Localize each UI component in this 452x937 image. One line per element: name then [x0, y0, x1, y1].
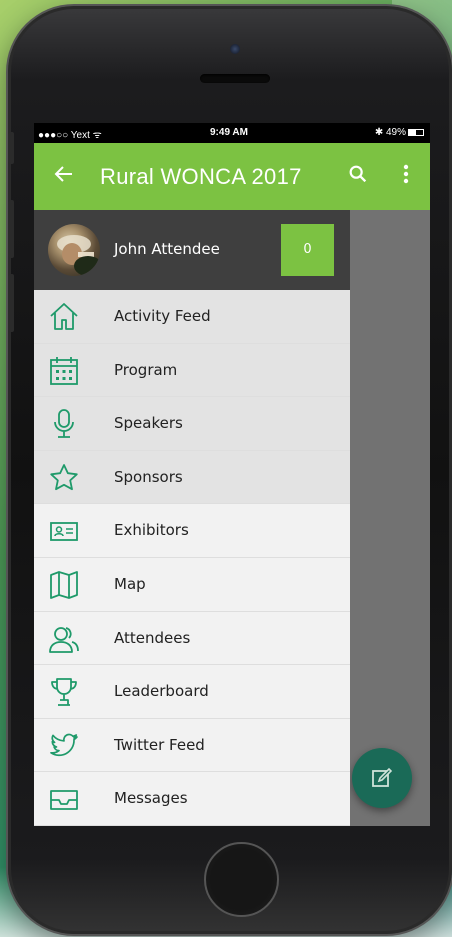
- battery-status: ✱ 49%: [375, 127, 424, 138]
- menu-item-sponsors[interactable]: Sponsors: [34, 450, 350, 505]
- edit-icon: [372, 767, 393, 787]
- app-bar: Rural WONCA 2017: [34, 143, 430, 210]
- menu-item-messages[interactable]: Messages: [34, 772, 350, 826]
- phone-screen: ●●●○○ Yext ᯤ 9:49 AM ✱ 49% Rural WONCA 2…: [34, 123, 430, 826]
- back-arrow-icon[interactable]: [52, 162, 76, 186]
- drawer-header: John Attendee 0: [34, 210, 350, 290]
- points-badge[interactable]: 0: [281, 224, 334, 276]
- id-card-icon: [50, 522, 78, 542]
- menu-item-twitter-feed[interactable]: Twitter Feed: [34, 718, 350, 773]
- search-icon[interactable]: [347, 163, 369, 185]
- menu-item-activity-feed[interactable]: Activity Feed: [34, 290, 350, 344]
- navigation-drawer: John Attendee 0 Activity Feed Program Sp…: [34, 210, 350, 826]
- menu-item-program[interactable]: Program: [34, 343, 350, 398]
- inbox-icon: [50, 790, 78, 811]
- twitter-icon: [50, 733, 78, 756]
- front-camera: [230, 44, 240, 54]
- calendar-icon: [50, 356, 78, 385]
- more-options-icon[interactable]: [396, 162, 416, 186]
- mute-switch: [8, 132, 14, 164]
- volume-down-button: [8, 274, 14, 332]
- avatar[interactable]: [48, 224, 100, 276]
- status-bar: ●●●○○ Yext ᯤ 9:49 AM ✱ 49%: [34, 123, 430, 143]
- battery-icon: [408, 128, 424, 136]
- map-icon: [50, 571, 78, 599]
- drawer-menu: Activity Feed Program Speakers Sponsors …: [34, 290, 350, 826]
- menu-item-map[interactable]: Map: [34, 557, 350, 612]
- earpiece-speaker: [200, 74, 270, 83]
- menu-item-exhibitors[interactable]: Exhibitors: [34, 504, 350, 558]
- people-icon: [49, 626, 79, 653]
- compose-fab[interactable]: [352, 748, 412, 808]
- status-time: 9:49 AM: [210, 127, 248, 138]
- menu-item-speakers[interactable]: Speakers: [34, 397, 350, 451]
- volume-up-button: [8, 200, 14, 258]
- home-icon: [50, 303, 78, 330]
- star-icon: [50, 463, 78, 490]
- menu-item-attendees[interactable]: Attendees: [34, 611, 350, 666]
- app-title: Rural WONCA 2017: [100, 164, 302, 189]
- content-overlay[interactable]: [350, 210, 430, 826]
- home-button[interactable]: [204, 842, 279, 917]
- microphone-icon: [54, 409, 74, 439]
- trophy-icon: [51, 678, 77, 707]
- user-name[interactable]: John Attendee: [114, 240, 220, 258]
- menu-item-leaderboard[interactable]: Leaderboard: [34, 665, 350, 719]
